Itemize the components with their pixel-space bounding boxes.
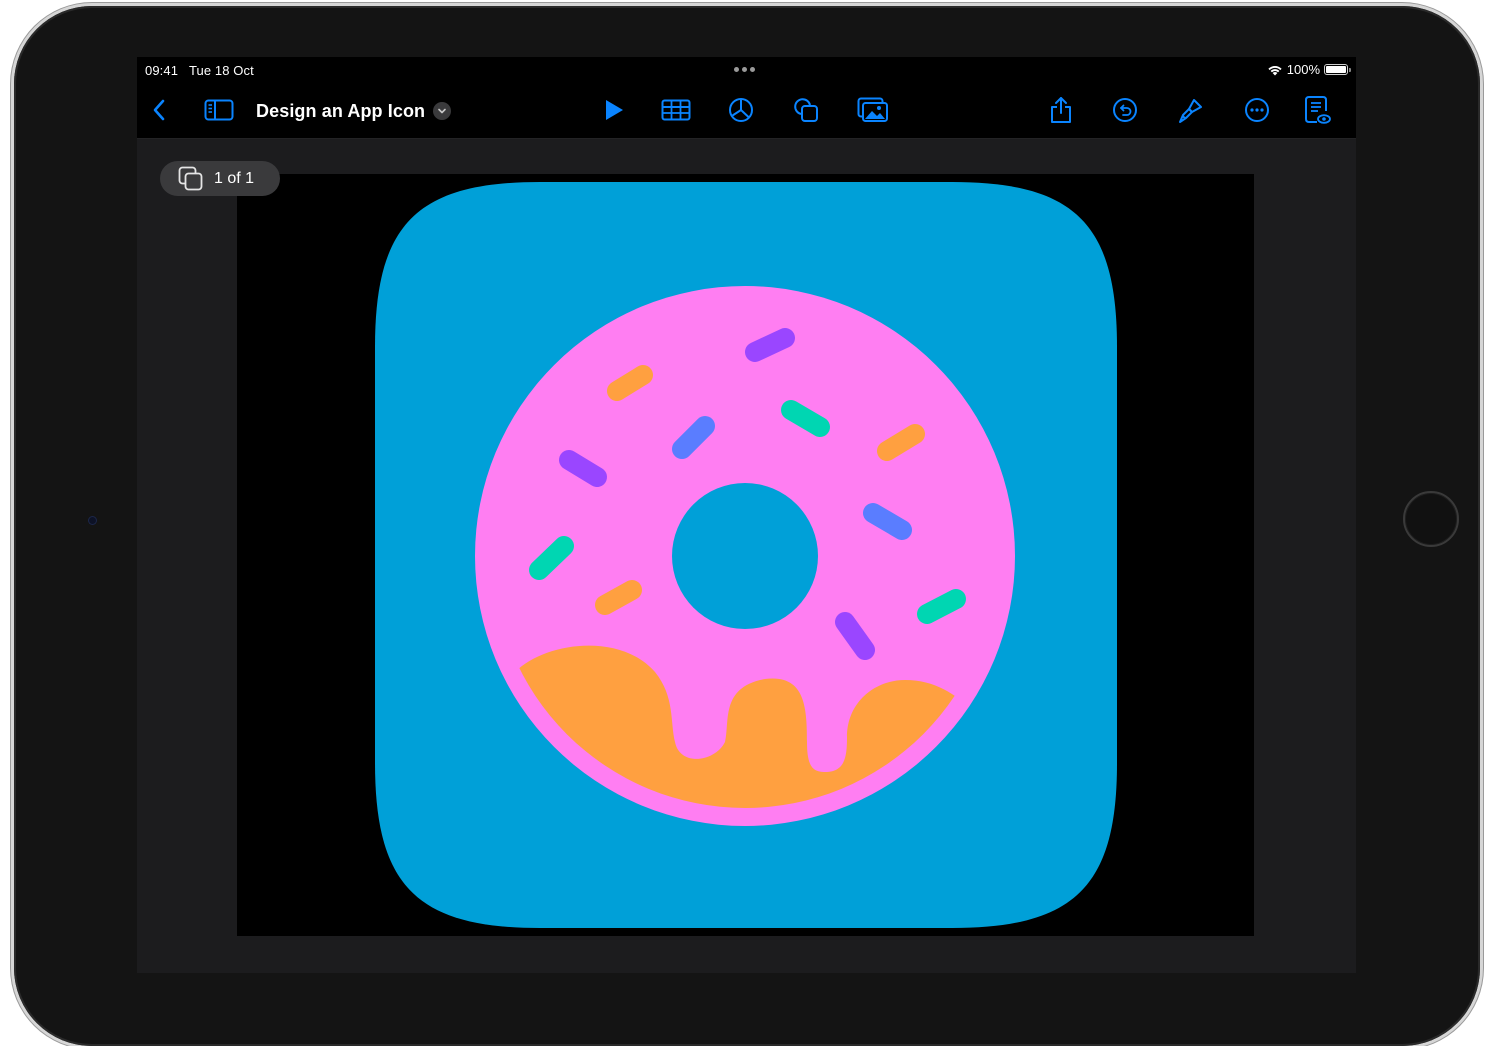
sprinkle — [595, 580, 642, 615]
document-title-menu[interactable]: Design an App Icon — [256, 97, 452, 125]
slides-icon — [178, 166, 203, 190]
insert-media-button[interactable] — [857, 95, 889, 125]
reader-view-button[interactable] — [1302, 95, 1334, 125]
screen: 09:41 Tue 18 Oct 100% Design an App Icon… — [137, 57, 1356, 973]
play-icon — [606, 100, 623, 120]
status-bar: 09:41 Tue 18 Oct 100% — [137, 57, 1356, 83]
more-button[interactable] — [1241, 95, 1273, 125]
multitasking-dots-icon[interactable] — [734, 67, 755, 72]
sprinkle — [917, 589, 966, 624]
battery-percent: 100% — [1286, 62, 1320, 77]
undo-icon — [1113, 98, 1137, 122]
format-button[interactable] — [1175, 95, 1207, 125]
chevron-down-icon — [433, 102, 452, 120]
reader-view-icon — [1305, 96, 1331, 124]
more-icon — [1245, 98, 1269, 122]
media-icon — [857, 97, 888, 122]
status-time: 09:41 — [145, 63, 179, 78]
sidebar-icon — [204, 99, 234, 121]
page-indicator-label: 1 of 1 — [214, 169, 255, 187]
page-indicator[interactable]: 1 of 1 — [160, 161, 280, 196]
insert-chart-button[interactable] — [725, 95, 757, 125]
share-button[interactable] — [1045, 95, 1077, 125]
app-icon-artwork[interactable] — [375, 182, 1117, 928]
home-button[interactable] — [1403, 491, 1459, 547]
insert-table-button[interactable] — [660, 95, 692, 125]
insert-shape-button[interactable] — [790, 95, 822, 125]
status-indicators: 100% — [1267, 62, 1351, 77]
donut-hole — [672, 483, 818, 629]
sprinkle — [607, 365, 653, 401]
document-title: Design an App Icon — [256, 100, 426, 121]
shape-icon — [794, 98, 818, 122]
toolbar: Design an App Icon — [137, 83, 1356, 139]
chevron-left-icon — [153, 99, 165, 121]
back-button[interactable] — [143, 95, 175, 125]
battery-icon — [1324, 64, 1351, 75]
paintbrush-icon — [1179, 99, 1202, 123]
slide-canvas[interactable] — [237, 174, 1254, 936]
play-button[interactable] — [598, 95, 630, 125]
status-date: Tue 18 Oct — [188, 63, 254, 78]
sidebar-button[interactable] — [203, 95, 235, 125]
front-camera — [88, 516, 97, 525]
undo-button[interactable] — [1109, 95, 1141, 125]
status-time-date: 09:41 Tue 18 Oct — [145, 63, 254, 78]
sprinkle — [745, 328, 795, 362]
chart-icon — [729, 98, 753, 122]
table-icon — [661, 99, 691, 121]
wifi-icon — [1268, 65, 1282, 75]
share-icon — [1051, 97, 1071, 123]
